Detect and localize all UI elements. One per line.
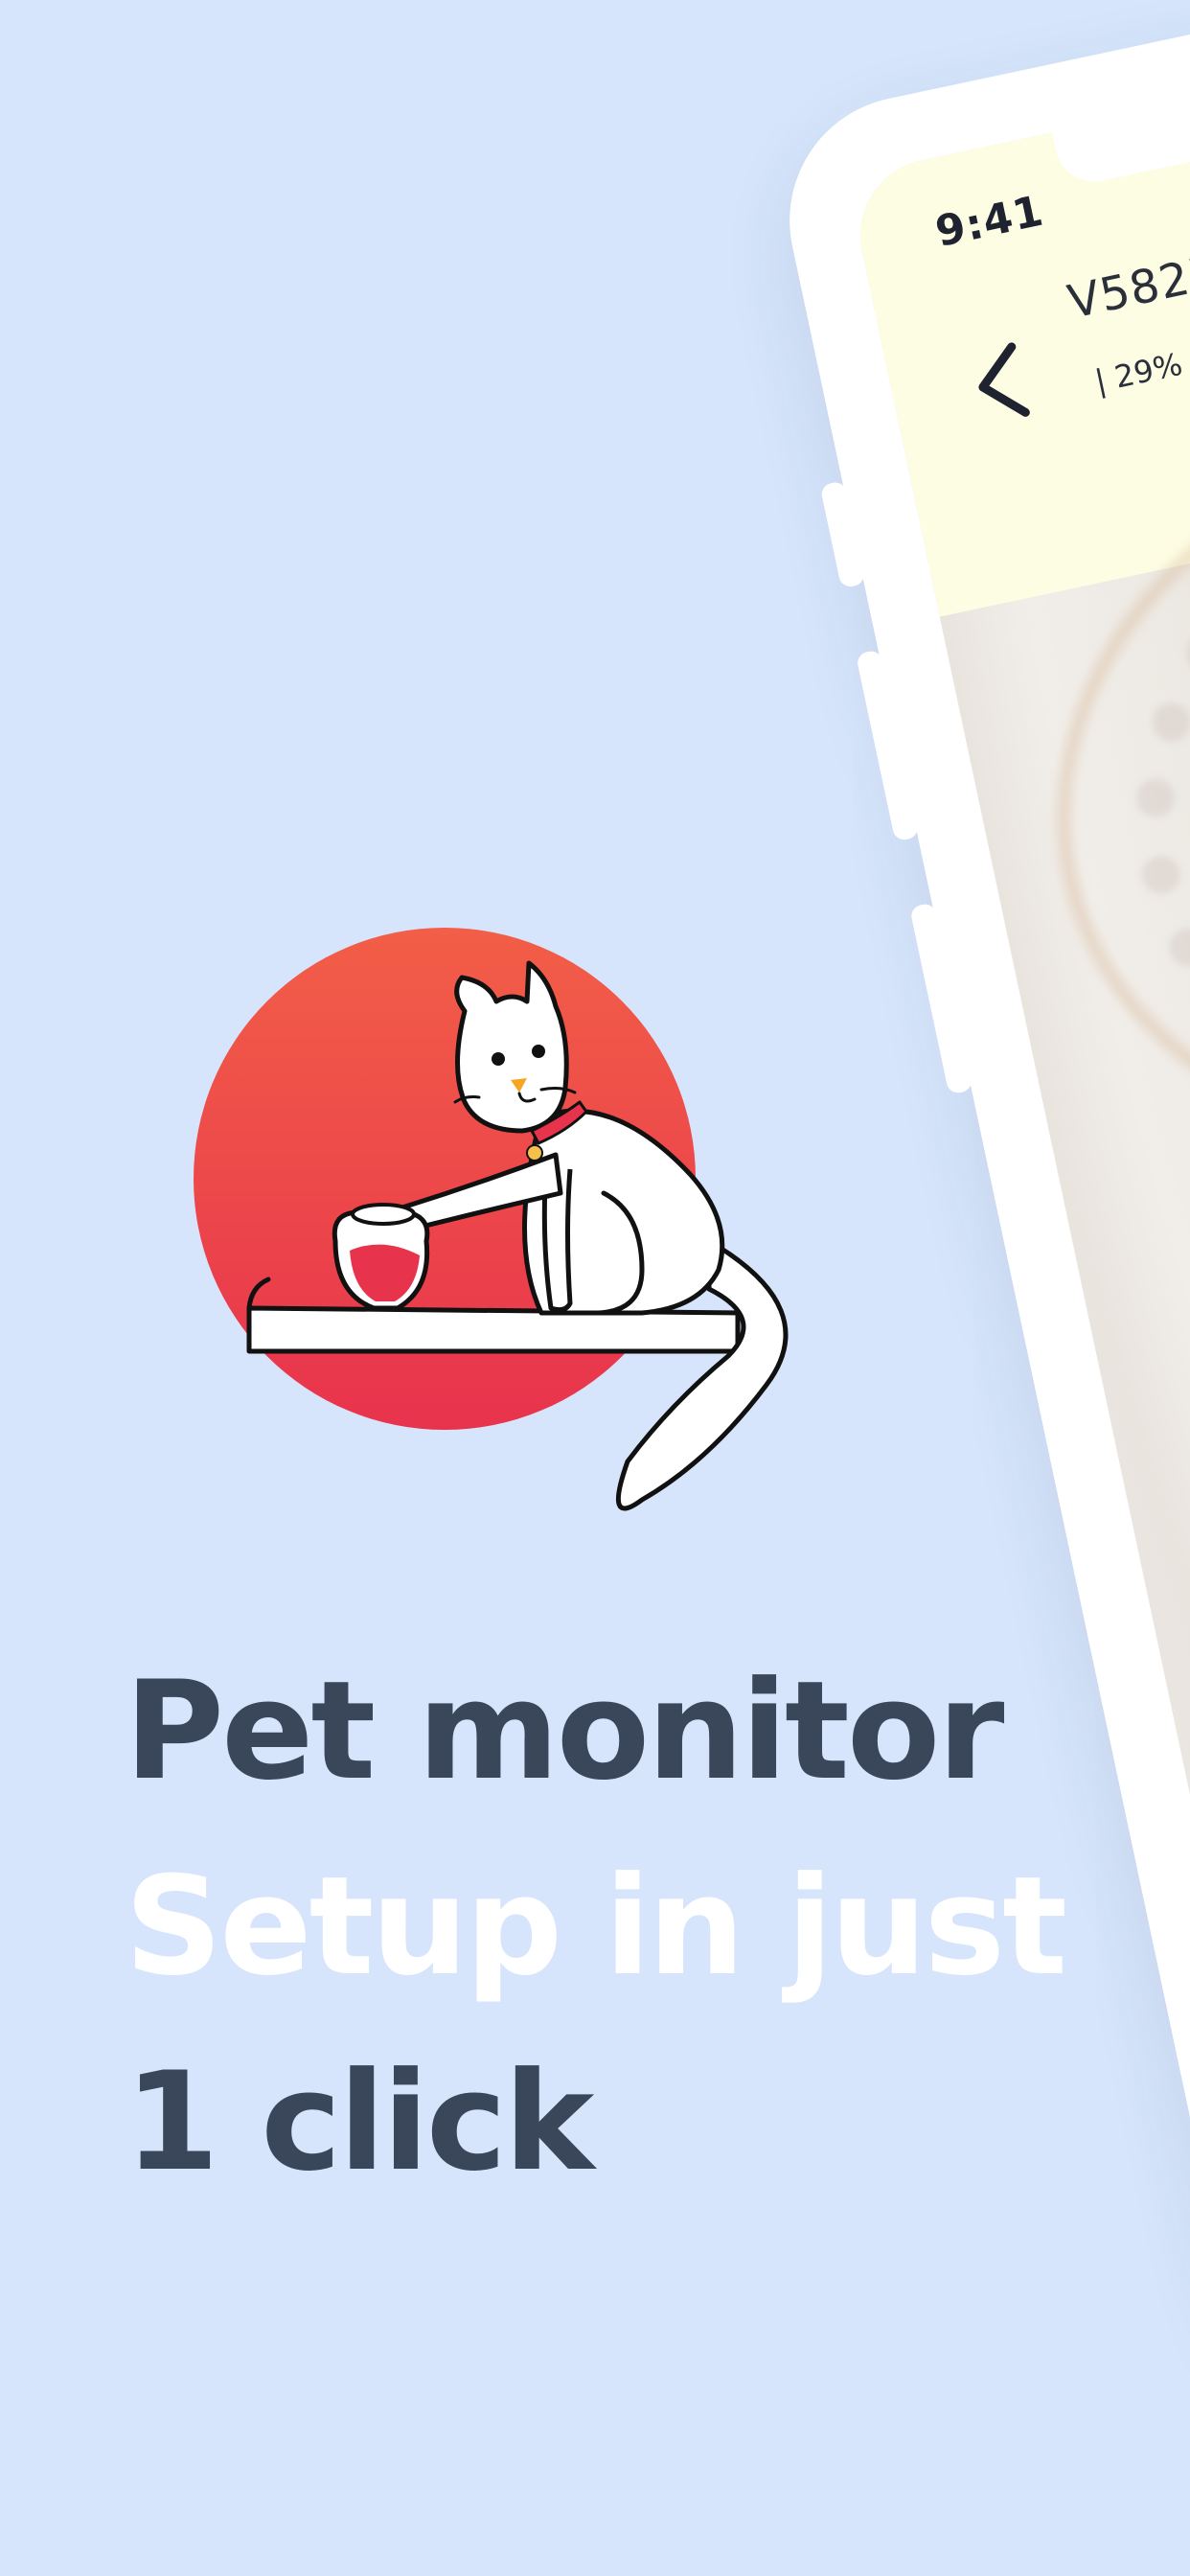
camera-feed bbox=[939, 347, 1190, 2576]
chevron-left-icon[interactable] bbox=[961, 334, 1044, 432]
app-logo-cat-icon bbox=[194, 928, 789, 1511]
phone-volume-up-button bbox=[855, 649, 920, 842]
battery-status: | 29% bbox=[1091, 328, 1190, 400]
phone-silent-switch bbox=[819, 480, 866, 589]
battery-percentage: | 29% bbox=[1091, 345, 1186, 401]
status-bar-time: 9:41 bbox=[931, 186, 1048, 258]
camera-header: 9:41 V582UDG | 29% bbox=[846, 0, 1190, 617]
headline-line-2: Setup in just bbox=[125, 1848, 1067, 2006]
headline: Pet monitor Setup in just 1 click bbox=[125, 1634, 1067, 2220]
phone-volume-down-button bbox=[909, 902, 974, 1095]
headline-line-3: 1 click bbox=[125, 2043, 594, 2201]
headline-line-1: Pet monitor bbox=[125, 1652, 1004, 1810]
phone-notch bbox=[1050, 19, 1190, 189]
device-name: V582UDG bbox=[1063, 229, 1190, 330]
